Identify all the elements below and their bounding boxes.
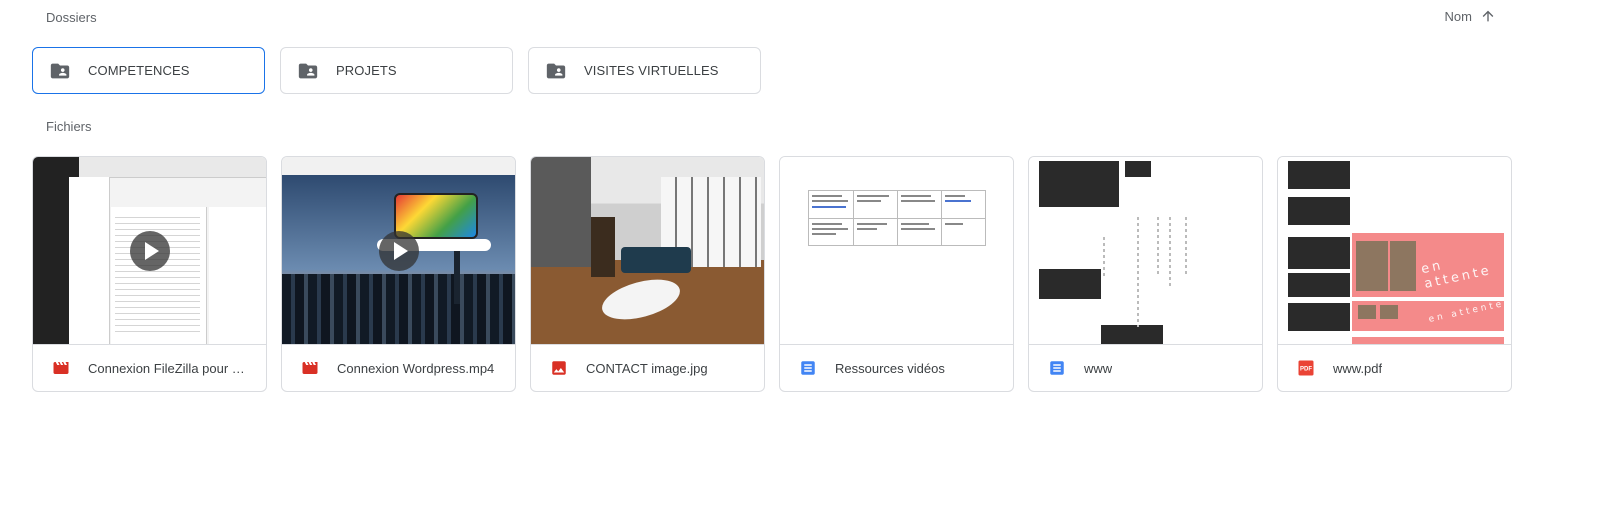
video-file-icon	[302, 362, 318, 374]
video-file-icon	[53, 362, 69, 374]
shared-folder-icon	[546, 63, 566, 78]
file-thumbnail	[282, 157, 515, 345]
shared-folder-icon	[298, 63, 318, 78]
file-thumbnail	[1029, 157, 1262, 345]
file-thumbnail: en attente en attente	[1278, 157, 1511, 345]
file-thumbnail	[531, 157, 764, 345]
file-thumbnail	[33, 157, 266, 345]
file-card-www-pdf[interactable]: en attente en attente PDF www.pdf	[1277, 156, 1512, 392]
pdf-file-icon: PDF	[1298, 360, 1314, 376]
folder-visites-virtuelles[interactable]: VISITES VIRTUELLES	[528, 47, 761, 94]
folder-competences[interactable]: COMPETENCES	[32, 47, 265, 94]
folder-label: VISITES VIRTUELLES	[584, 63, 719, 78]
file-name: www	[1084, 360, 1113, 376]
play-icon[interactable]	[378, 230, 419, 271]
file-name: CONTACT image.jpg	[586, 360, 708, 376]
file-name: Ressources vidéos	[835, 360, 945, 376]
sort-label: Nom	[1444, 8, 1472, 24]
file-card-ressources-videos[interactable]: Ressources vidéos	[779, 156, 1014, 392]
files-section-title: Fichiers	[46, 119, 92, 134]
file-name: Connexion Wordpress.mp4	[337, 360, 495, 376]
folders-section-title: Dossiers	[46, 10, 97, 25]
file-card-www-doc[interactable]: www	[1028, 156, 1263, 392]
file-grid: Connexion FileZilla pour m... Connexion …	[32, 156, 1512, 392]
sort-by-name-button[interactable]: Nom	[1445, 8, 1496, 24]
file-card-contact-image[interactable]: CONTACT image.jpg	[530, 156, 765, 392]
file-thumbnail	[780, 157, 1013, 345]
play-icon[interactable]	[129, 230, 170, 271]
shared-folder-icon	[50, 63, 70, 78]
image-file-icon	[552, 361, 566, 375]
arrow-up-icon[interactable]	[1480, 8, 1496, 24]
file-card-filezilla[interactable]: Connexion FileZilla pour m...	[32, 156, 267, 392]
svg-text:PDF: PDF	[1300, 367, 1312, 373]
folder-label: PROJETS	[336, 63, 397, 78]
file-card-wordpress[interactable]: Connexion Wordpress.mp4	[281, 156, 516, 392]
folder-label: COMPETENCES	[88, 63, 190, 78]
folder-projets[interactable]: PROJETS	[280, 47, 513, 94]
google-docs-icon	[801, 361, 815, 375]
google-docs-icon	[1050, 361, 1064, 375]
file-name: Connexion FileZilla pour m...	[88, 360, 253, 376]
file-name: www.pdf	[1333, 360, 1383, 376]
folder-grid: COMPETENCES PROJETS VISITES VIRTUELLES	[32, 47, 761, 94]
